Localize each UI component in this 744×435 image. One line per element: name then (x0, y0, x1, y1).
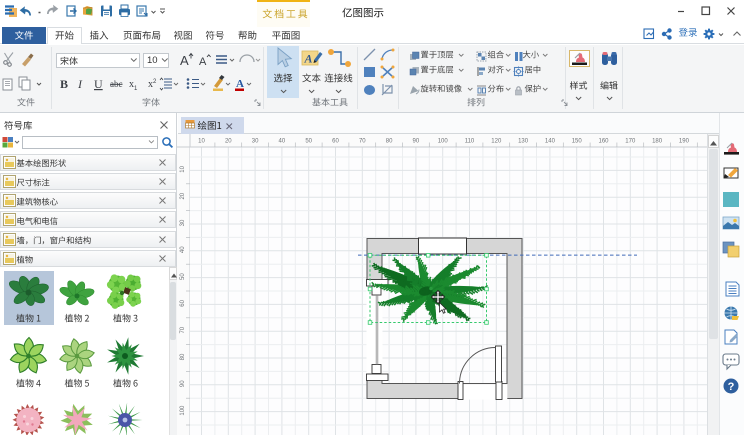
svg-text:170: 170 (625, 138, 636, 144)
svg-text:20: 20 (180, 192, 186, 199)
svg-text:A: A (304, 52, 313, 66)
svg-text:?: ? (728, 381, 735, 393)
svg-text:10: 10 (180, 165, 186, 172)
svg-text:190: 190 (679, 138, 690, 144)
svg-text:60: 60 (180, 299, 186, 306)
svg-text:180: 180 (652, 138, 663, 144)
svg-text:40: 40 (279, 138, 286, 144)
svg-text:50: 50 (180, 272, 186, 279)
svg-text:B: B (60, 77, 68, 91)
svg-text:100: 100 (180, 404, 186, 415)
svg-text:60: 60 (332, 138, 339, 144)
svg-text:50: 50 (305, 138, 312, 144)
svg-text:40: 40 (180, 245, 186, 252)
svg-text:A: A (199, 56, 207, 68)
svg-text:130: 130 (518, 138, 529, 144)
svg-text:A: A (180, 53, 189, 68)
svg-text:abc: abc (110, 79, 123, 89)
svg-text:70: 70 (359, 138, 366, 144)
svg-text:90: 90 (180, 379, 186, 386)
svg-text:2: 2 (153, 79, 157, 85)
svg-text:20: 20 (225, 138, 232, 144)
svg-text:30: 30 (252, 138, 259, 144)
svg-text:80: 80 (386, 138, 393, 144)
svg-text:90: 90 (413, 138, 420, 144)
svg-text:160: 160 (598, 138, 609, 144)
svg-text:A: A (236, 78, 244, 90)
svg-text:U: U (94, 77, 103, 91)
svg-text:80: 80 (180, 353, 186, 360)
svg-text:30: 30 (180, 219, 186, 226)
svg-text:I: I (77, 77, 83, 91)
svg-text:140: 140 (545, 138, 556, 144)
svg-text:110: 110 (465, 138, 475, 144)
svg-text:70: 70 (180, 326, 186, 333)
svg-text:150: 150 (572, 138, 583, 144)
svg-text:100: 100 (438, 138, 449, 144)
svg-text:10: 10 (198, 138, 205, 144)
svg-text:120: 120 (491, 138, 502, 144)
svg-text:1: 1 (134, 86, 138, 92)
